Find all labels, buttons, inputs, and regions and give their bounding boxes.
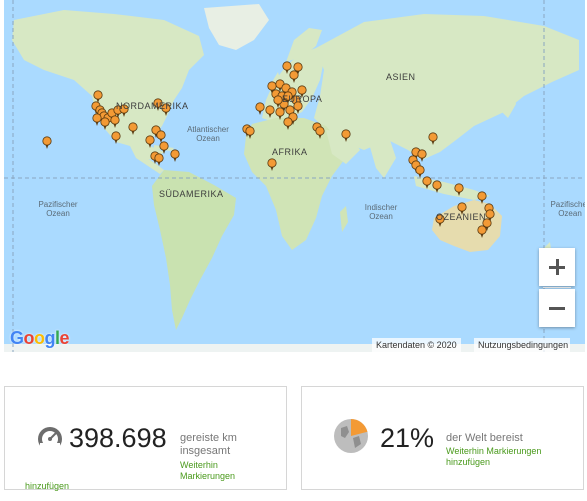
label-north-america: NORDAMERIKA [116,101,189,111]
terms-link[interactable]: Nutzungsbedingungen [474,338,571,352]
plus-icon [549,259,565,275]
map-data-attribution: Kartendaten © 2020 [372,338,461,352]
label-indian: Indischer Ozean [364,203,398,221]
google-logo[interactable]: Google [10,328,70,349]
distance-add-link-line3[interactable]: hinzufügen [25,481,69,492]
speedometer-icon [38,427,62,453]
label-africa: AFRIKA [272,147,308,157]
distance-add-link-line1[interactable]: Weiterhin [180,460,218,471]
world-map[interactable]: NORDAMERIKA SÜDAMERIKA EUROPA AFRIKA ASI… [4,0,585,352]
distance-value: 398.698 [69,423,167,453]
distance-caption-line2: insgesamt [180,445,231,457]
label-south-america: SÜDAMERIKA [159,189,224,199]
label-asia: ASIEN [386,72,416,82]
label-europe: EUROPA [282,94,323,104]
map-base [4,0,585,352]
distance-card: 398.698 gereiste km insgesamt Weiterhin … [4,386,287,492]
world-card: 21% der Welt bereist Weiterhin Markierun… [301,386,584,490]
world-percent-value: 21% [380,423,435,453]
label-pacific-right: Pazifischer Ozean [550,200,585,218]
distance-add-link-line2[interactable]: Markierungen [180,471,235,482]
label-pacific-left: Pazifischer Ozean [38,200,78,218]
world-caption: der Welt bereist [446,432,523,444]
world-add-link-line2[interactable]: hinzufügen [446,457,490,468]
distance-caption-line1: gereiste km [180,432,237,444]
label-atlantic: Atlantischer Ozean [187,125,229,143]
zoom-in-button[interactable] [539,248,575,286]
zoom-out-button[interactable] [539,289,575,327]
globe-pie-icon [334,419,368,453]
world-add-link-line1[interactable]: Weiterhin Markierungen [446,446,541,457]
minus-icon [549,307,565,310]
zoom-divider [543,287,571,288]
label-oceania: OZEANIEN [436,212,487,222]
